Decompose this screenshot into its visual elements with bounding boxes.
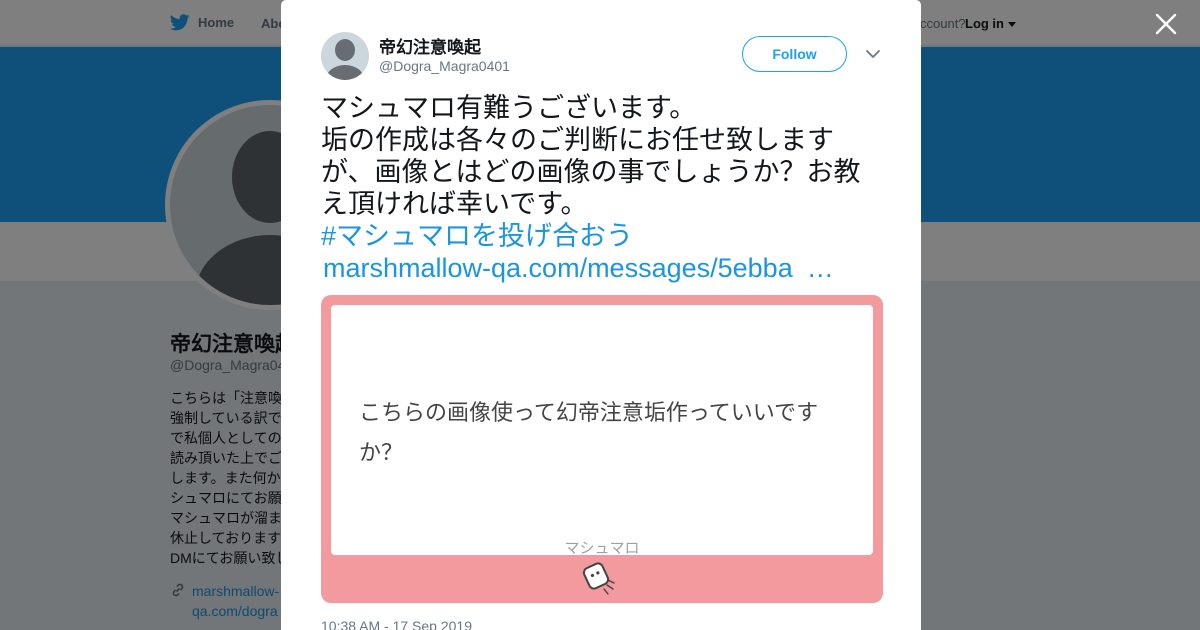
link-ellipsis: … (806, 253, 834, 283)
tweet-timestamp[interactable]: 10:38 AM - 17 Sep 2019 (321, 618, 472, 630)
card-body: こちらの画像使って幻帝注意垢作っていいですか？ マシュマロ (331, 305, 873, 557)
default-avatar-icon (326, 39, 364, 80)
marshmallow-card[interactable]: こちらの画像使って幻帝注意垢作っていいですか？ マシュマロ (321, 295, 883, 603)
hashtag-link[interactable]: #マシュマロを投げ合おう (321, 221, 633, 251)
follow-button[interactable]: Follow (742, 36, 847, 72)
tweet-text-line: が、画像とはどの画像の事でしょうか？お教 (321, 157, 861, 187)
card-brand: マシュマロ (564, 540, 640, 557)
marshmallow-mascot-icon (582, 562, 615, 595)
tweet-text-line: 垢の作成は各々のご判断にお任せ致します (321, 125, 834, 155)
card-question: こちらの画像使って幻帝注意垢作っていいですか？ (359, 400, 819, 465)
tweet-text-line: え頂ければ幸いです。 (321, 189, 588, 219)
tweet-url-link[interactable]: marshmallow-qa.com/messages/5ebba (321, 253, 793, 283)
author-name[interactable]: 帝幻注意喚起 (379, 33, 481, 58)
tweet-text: マシュマロ有難うございます。 垢の作成は各々のご判断にお任せ致します が、画像と… (321, 92, 886, 284)
tweet-text-line: マシュマロ有難うございます。 (321, 93, 697, 123)
tweet-modal: 帝幻注意喚起 @Dogra_Magra0401 Follow マシュマロ有難うご… (281, 0, 921, 630)
author-avatar[interactable] (321, 32, 369, 80)
author-handle[interactable]: @Dogra_Magra0401 (379, 58, 510, 74)
close-icon[interactable] (1152, 10, 1180, 38)
chevron-down-icon[interactable] (863, 44, 883, 64)
